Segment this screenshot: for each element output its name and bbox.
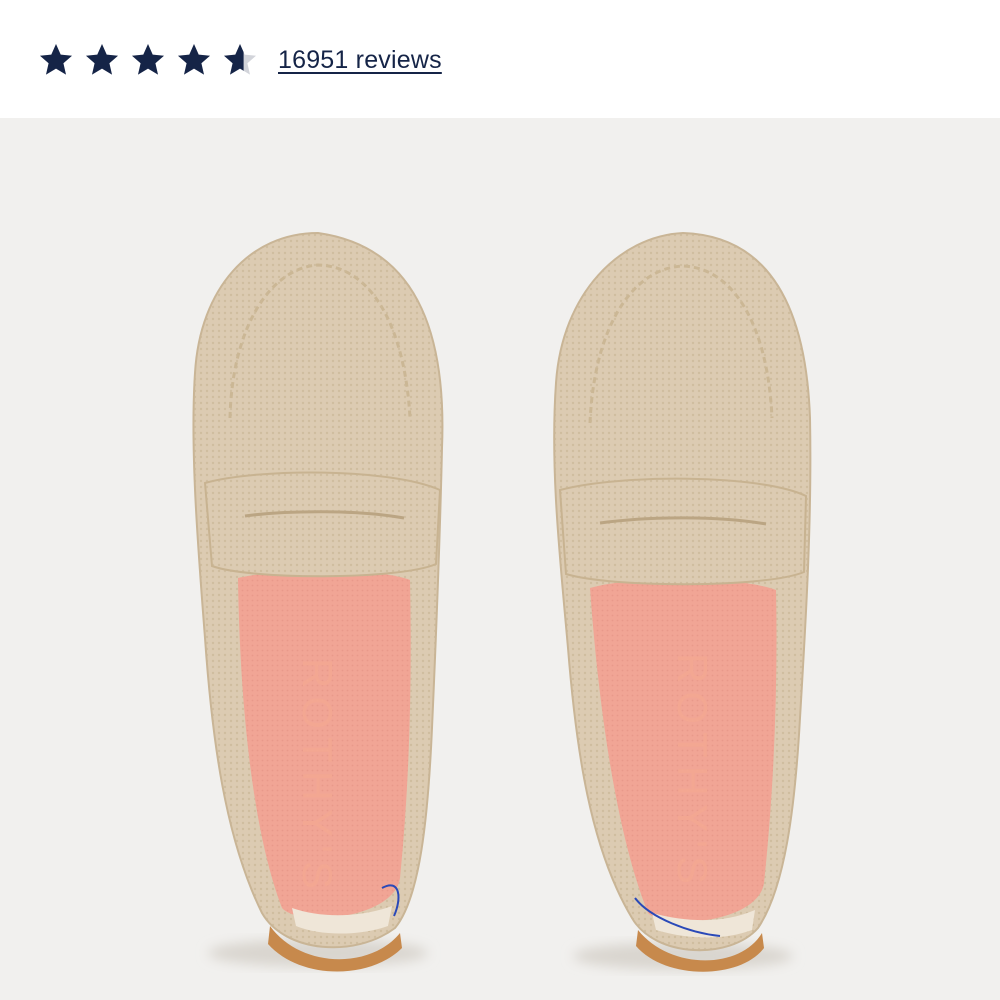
right-shoe: ROTHY'S [553,231,812,972]
product-image[interactable]: ROTHY'S ROTHY'S [0,118,1000,1000]
star-rating [38,42,258,78]
star-icon [86,44,118,75]
product-summary: 16951 reviews [0,0,1000,118]
star-icon [224,44,256,75]
left-shoe: ROTHY'S [192,231,444,972]
right-insole-brand-text: ROTHY'S [669,653,716,892]
star-icon [40,44,72,75]
star-icon [132,44,164,75]
product-photo: ROTHY'S ROTHY'S [192,231,812,972]
left-insole-brand-text: ROTHY'S [294,658,341,897]
cropped-price-line [40,0,160,4]
star-icon [178,44,210,75]
reviews-link[interactable]: 16951 reviews [278,46,442,75]
rating-row: 16951 reviews [38,38,442,82]
